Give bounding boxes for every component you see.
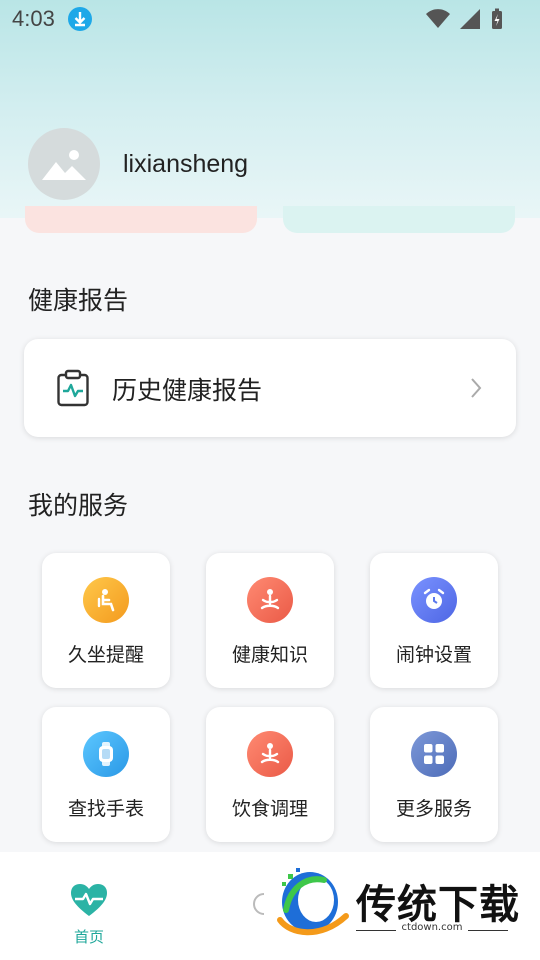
profile-header: 4:03 lixiansheng xyxy=(0,0,540,218)
service-label: 健康知识 xyxy=(231,644,308,666)
battery-icon xyxy=(492,8,502,29)
service-label: 更多服务 xyxy=(395,798,472,820)
wifi-icon xyxy=(426,9,450,28)
history-report-label: 历史健康报告 xyxy=(112,376,263,405)
service-diet-care[interactable]: 饮食调理 xyxy=(206,707,334,842)
service-more[interactable]: 更多服务 xyxy=(370,707,498,842)
chevron-right-icon xyxy=(471,378,482,398)
download-icon xyxy=(68,7,92,31)
service-label: 查找手表 xyxy=(67,798,144,820)
nav-home[interactable]: 首页 xyxy=(58,882,120,947)
service-find-watch[interactable]: 查找手表 xyxy=(42,707,170,842)
image-placeholder-icon xyxy=(42,150,86,180)
status-bar: 4:03 xyxy=(0,0,540,36)
username: lixiansheng xyxy=(123,150,249,178)
alarm-clock-icon xyxy=(411,577,457,623)
status-time: 4:03 xyxy=(12,6,55,31)
heart-pulse-icon xyxy=(71,884,107,916)
settings-icon[interactable] xyxy=(250,890,268,920)
service-label: 闹钟设置 xyxy=(395,644,472,666)
sitting-person-icon xyxy=(83,577,129,623)
watermark-logo: 传统下载 ctdown.com xyxy=(268,860,528,950)
service-health-knowledge[interactable]: 健康知识 xyxy=(206,553,334,688)
service-label: 久坐提醒 xyxy=(67,644,144,666)
service-label: 饮食调理 xyxy=(231,798,308,820)
service-alarm-settings[interactable]: 闹钟设置 xyxy=(370,553,498,688)
stat-card-pink[interactable] xyxy=(25,206,257,233)
signal-icon xyxy=(460,9,480,29)
meditation-icon xyxy=(247,731,293,777)
watermark-url: ctdown.com xyxy=(401,922,463,933)
avatar[interactable] xyxy=(28,128,100,200)
clipboard-heart-icon xyxy=(57,369,89,407)
health-report-title: 健康报告 xyxy=(28,286,129,315)
watch-icon xyxy=(83,731,129,777)
services-title: 我的服务 xyxy=(28,491,129,520)
service-sedentary-reminder[interactable]: 久坐提醒 xyxy=(42,553,170,688)
watermark-divider xyxy=(468,930,508,931)
nav-home-label: 首页 xyxy=(73,928,104,946)
grid-icon xyxy=(411,731,457,777)
stat-card-cyan[interactable] xyxy=(283,206,515,233)
history-report-card[interactable]: 历史健康报告 xyxy=(24,339,516,437)
meditation-icon xyxy=(247,577,293,623)
ctdown-logo-icon xyxy=(277,868,349,936)
